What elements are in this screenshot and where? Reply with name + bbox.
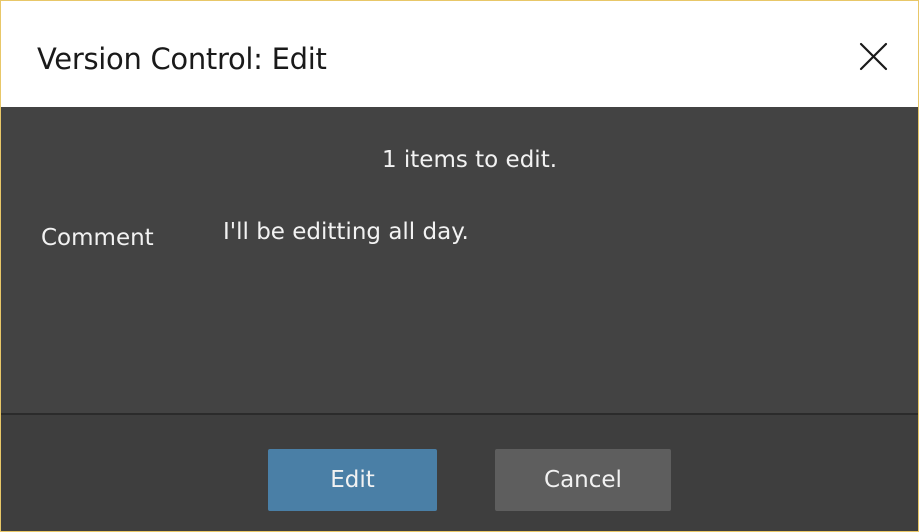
- cancel-button[interactable]: Cancel: [495, 449, 671, 511]
- comment-field[interactable]: I'll be editting all day.: [213, 213, 903, 403]
- items-count-text: 1 items to edit.: [381, 147, 558, 173]
- dialog-titlebar: Version Control: Edit: [1, 1, 918, 107]
- edit-button[interactable]: Edit: [268, 449, 437, 511]
- dialog-content: 1 items to edit. Comment I'll be edittin…: [1, 107, 918, 413]
- dialog-title: Version Control: Edit: [37, 42, 327, 76]
- dialog-footer: Edit Cancel: [1, 415, 918, 531]
- close-button[interactable]: [849, 35, 899, 81]
- version-control-edit-dialog: Version Control: Edit 1 items to edit. C…: [0, 0, 919, 532]
- close-icon: [859, 42, 888, 71]
- comment-label: Comment: [41, 225, 154, 251]
